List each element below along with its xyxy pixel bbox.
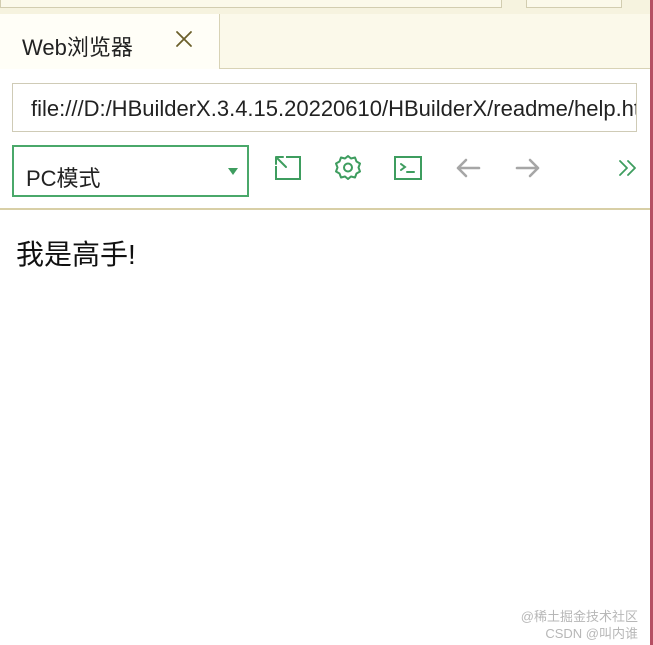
double-chevron-icon[interactable]	[614, 153, 644, 183]
tab-bar: Web浏览器	[0, 14, 650, 69]
gear-icon[interactable]	[333, 153, 363, 183]
top-strip-segment	[0, 0, 502, 8]
mode-select-value: PC模式	[26, 166, 101, 191]
arrow-right-icon[interactable]	[513, 153, 543, 183]
arrow-left-icon[interactable]	[453, 153, 483, 183]
page-content-text: 我是高手!	[16, 239, 136, 270]
top-strip-segment	[526, 0, 622, 8]
browser-toolbar: PC模式	[0, 142, 650, 210]
terminal-icon[interactable]	[393, 153, 423, 183]
watermark: @稀土掘金技术社区 CSDN @叫内谁	[521, 608, 638, 642]
watermark-line: CSDN @叫内谁	[545, 626, 638, 641]
mode-select[interactable]: PC模式	[12, 145, 249, 197]
close-icon[interactable]	[172, 27, 196, 51]
watermark-line: @稀土掘金技术社区	[520, 609, 638, 624]
tab-title: Web浏览器	[22, 35, 133, 60]
window-top-strip	[0, 0, 653, 14]
screenshot-expand-icon[interactable]	[273, 153, 303, 183]
url-text: file:///D:/HBuilderX.3.4.15.20220610/HBu…	[31, 96, 637, 121]
address-bar[interactable]: file:///D:/HBuilderX.3.4.15.20220610/HBu…	[12, 83, 637, 132]
chevron-down-icon	[228, 168, 238, 175]
tab-web-browser[interactable]: Web浏览器	[0, 14, 220, 69]
